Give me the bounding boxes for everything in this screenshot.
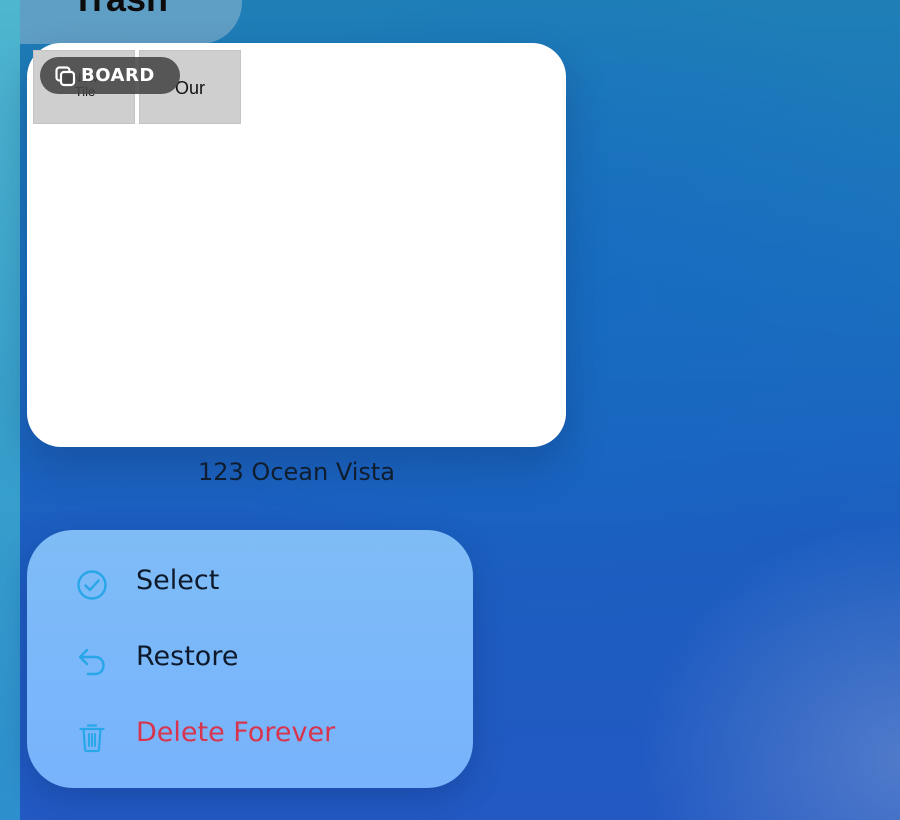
context-menu: Select Restore Delete Forever — [27, 530, 473, 788]
select-menu-item[interactable]: Select — [27, 548, 473, 618]
restore-menu-item[interactable]: Restore — [27, 624, 473, 694]
stacked-squares-icon — [55, 65, 76, 86]
undo-arrow-icon — [78, 648, 105, 676]
delete-forever-label: Delete Forever — [136, 717, 336, 748]
board-badge: BOARD — [40, 57, 180, 94]
checkmark-circle-icon — [77, 570, 107, 600]
tile-text: Our — [175, 78, 206, 98]
left-sidebar-edge — [0, 0, 20, 820]
delete-forever-menu-item[interactable]: Delete Forever — [27, 700, 473, 770]
trash-icon — [79, 724, 105, 753]
page-title: Trash — [72, 0, 168, 20]
restore-label: Restore — [136, 641, 239, 672]
select-label: Select — [136, 565, 220, 596]
board-badge-label: BOARD — [81, 65, 155, 86]
board-caption: 123 Ocean Vista — [197, 458, 395, 486]
